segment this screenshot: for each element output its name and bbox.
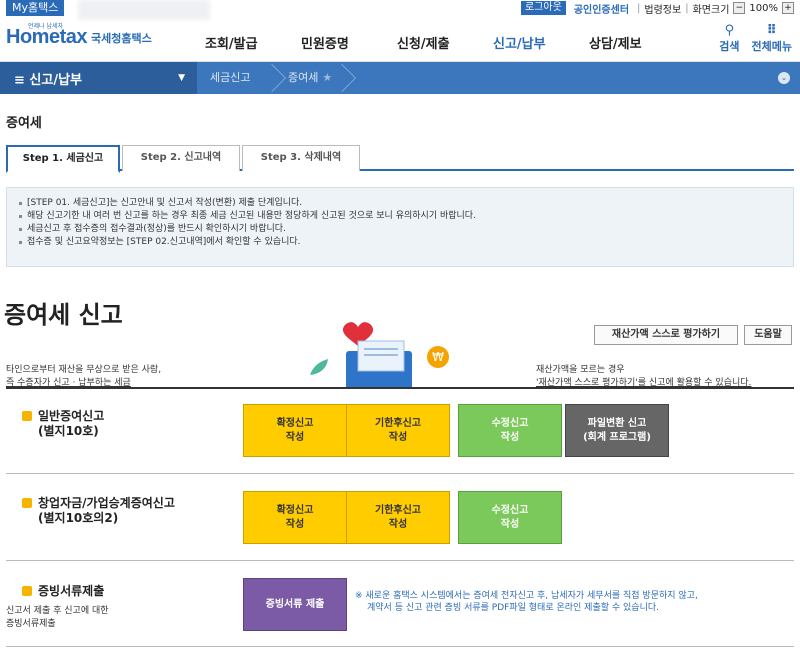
nav-item-inquiry[interactable]: 조회/발급 xyxy=(205,33,301,52)
svg-text:₩: ₩ xyxy=(432,350,444,364)
top-bar: My홈택스 로그아웃 공인인증센터 | 법령정보 | 화면크기 − 100% + xyxy=(0,0,800,20)
logo[interactable]: 언제나 납세자 Hometax 국세청홈택스 xyxy=(6,23,152,49)
divider xyxy=(6,646,794,647)
search-label: 검색 xyxy=(719,40,740,53)
envelope-illustration-icon: ₩ xyxy=(310,322,449,387)
screen-size-label: 화면크기 xyxy=(692,4,730,16)
notice-item: 세금신고 후 접수증의 접수결과(정상)를 반드시 확인하시기 바랍니다. xyxy=(19,223,781,236)
divider xyxy=(6,473,794,474)
section-heading: 증여세 신고 xyxy=(4,301,123,329)
breadcrumb-gift-tax[interactable]: 증여세 ★ xyxy=(288,62,332,94)
tab-step2[interactable]: Step 2. 신고내역 xyxy=(122,145,240,171)
final-report-button[interactable]: 확정신고 작성 xyxy=(243,491,347,544)
nav-item-apply[interactable]: 신청/제출 xyxy=(397,33,493,52)
all-menu-label: 전체메뉴 xyxy=(751,40,792,53)
section-title: 증빙서류제출 xyxy=(38,584,105,598)
final-report-button[interactable]: 확정신고 작성 xyxy=(243,404,347,457)
tab-step3[interactable]: Step 3. 삭제내역 xyxy=(242,145,360,171)
divider xyxy=(6,387,794,389)
notice-item: [STEP 01. 세금신고]는 신고안내 및 신고서 작성(변환) 제출 단계… xyxy=(19,197,781,210)
logo-tagline: 언제나 납세자 xyxy=(28,23,64,30)
caret-down-icon: ▼ xyxy=(178,73,185,83)
section-startup-succession: 창업자금/가업승계증여신고 (별지10호의2) xyxy=(22,496,175,526)
nav-item-civil[interactable]: 민원증명 xyxy=(301,33,397,52)
search-button[interactable]: ⚲ 검색 xyxy=(719,24,739,54)
main-nav: 조회/발급 민원증명 신청/제출 신고/납부 상담/제보 xyxy=(205,33,685,52)
notice-box: [STEP 01. 세금신고]는 신고안내 및 신고서 작성(변환) 제출 단계… xyxy=(6,187,794,267)
tab-step1[interactable]: Step 1. 세금신고 xyxy=(6,145,120,173)
divider xyxy=(6,560,794,561)
notice-item: 접수증 및 신고요약정보는 [STEP 02.신고내역]에서 확인할 수 있습니… xyxy=(19,236,781,249)
section-title: 창업자금/가업승계증여신고 xyxy=(38,496,175,510)
file-convert-report-button[interactable]: 파일변환 신고 (회계 프로그램) xyxy=(565,404,669,457)
cert-center-link[interactable]: 공인인증센터 xyxy=(574,1,629,16)
evidence-description: 신고서 제출 후 신고에 대한 증빙서류제출 xyxy=(6,606,109,629)
step-tabs: Step 1. 세금신고 Step 2. 신고내역 Step 3. 삭제내역 xyxy=(6,145,794,173)
menu-dropdown[interactable]: ≡ 신고/납부 ▼ xyxy=(0,62,197,94)
legal-info-link[interactable]: 법령정보 xyxy=(644,1,681,16)
breadcrumb-tax-report[interactable]: 세금신고 xyxy=(210,62,250,94)
header: 언제나 납세자 Hometax 국세청홈택스 조회/발급 민원증명 신청/제출 … xyxy=(0,16,800,62)
bullet-icon xyxy=(22,411,32,421)
bullet-icon xyxy=(22,498,32,508)
header-icons: ⚲ 검색 ⠿ 전체메뉴 xyxy=(719,24,792,54)
section-subtitle: (별지10호의2) xyxy=(38,511,119,525)
sub-nav: ≡ 신고/납부 ▼ 세금신고 증여세 ★ ⌄ xyxy=(0,62,800,94)
bullet-icon xyxy=(22,586,32,596)
grid-menu-icon: ⠿ xyxy=(766,23,777,38)
nav-item-consult[interactable]: 상담/제보 xyxy=(589,33,685,52)
logo-subtext: 국세청홈택스 xyxy=(90,32,152,45)
help-button[interactable]: 도움말 xyxy=(744,325,792,345)
amended-report-button[interactable]: 수정신고 작성 xyxy=(458,491,562,544)
my-hometax-tab[interactable]: My홈택스 xyxy=(6,0,65,16)
amended-report-button[interactable]: 수정신고 작성 xyxy=(458,404,562,457)
section-subtitle: (별지10호) xyxy=(38,424,99,438)
logout-button[interactable]: 로그아웃 xyxy=(521,1,566,15)
page-title: 증여세 xyxy=(6,116,42,131)
breadcrumb-separator-icon xyxy=(257,63,287,93)
evidence-note: ※ 새로운 홈택스 시스템에서는 증여세 전자신고 후, 납세자가 세무서를 직… xyxy=(355,591,698,613)
all-menu-button[interactable]: ⠿ 전체메뉴 xyxy=(752,24,792,54)
search-icon: ⚲ xyxy=(724,23,735,38)
zoom-value: 100% xyxy=(749,2,778,14)
section-title: 일반증여신고 xyxy=(38,409,105,423)
chevron-down-icon[interactable]: ⌄ xyxy=(778,72,790,84)
menu-label: ≡ 신고/납부 xyxy=(14,72,83,88)
zoom-out-button[interactable]: − xyxy=(733,2,746,14)
evaluate-assets-button[interactable]: 재산가액 스스로 평가하기 xyxy=(594,325,738,345)
late-report-button[interactable]: 기한후신고 작성 xyxy=(346,404,450,457)
late-report-button[interactable]: 기한후신고 작성 xyxy=(346,491,450,544)
zoom-in-button[interactable]: + xyxy=(782,2,794,14)
notice-item: 해당 신고기한 내 여러 번 신고를 하는 경우 최종 세금 신고된 내용만 정… xyxy=(19,210,781,223)
submit-evidence-button[interactable]: 증빙서류 제출 xyxy=(243,578,347,631)
section-evidence: 증빙서류제출 신고서 제출 후 신고에 대한 증빙서류제출 xyxy=(6,584,109,631)
section-general-gift: 일반증여신고 (별지10호) xyxy=(22,409,104,439)
top-links: 로그아웃 공인인증센터 | 법령정보 | 화면크기 − 100% + xyxy=(521,0,794,16)
nav-item-report[interactable]: 신고/납부 xyxy=(493,33,589,52)
